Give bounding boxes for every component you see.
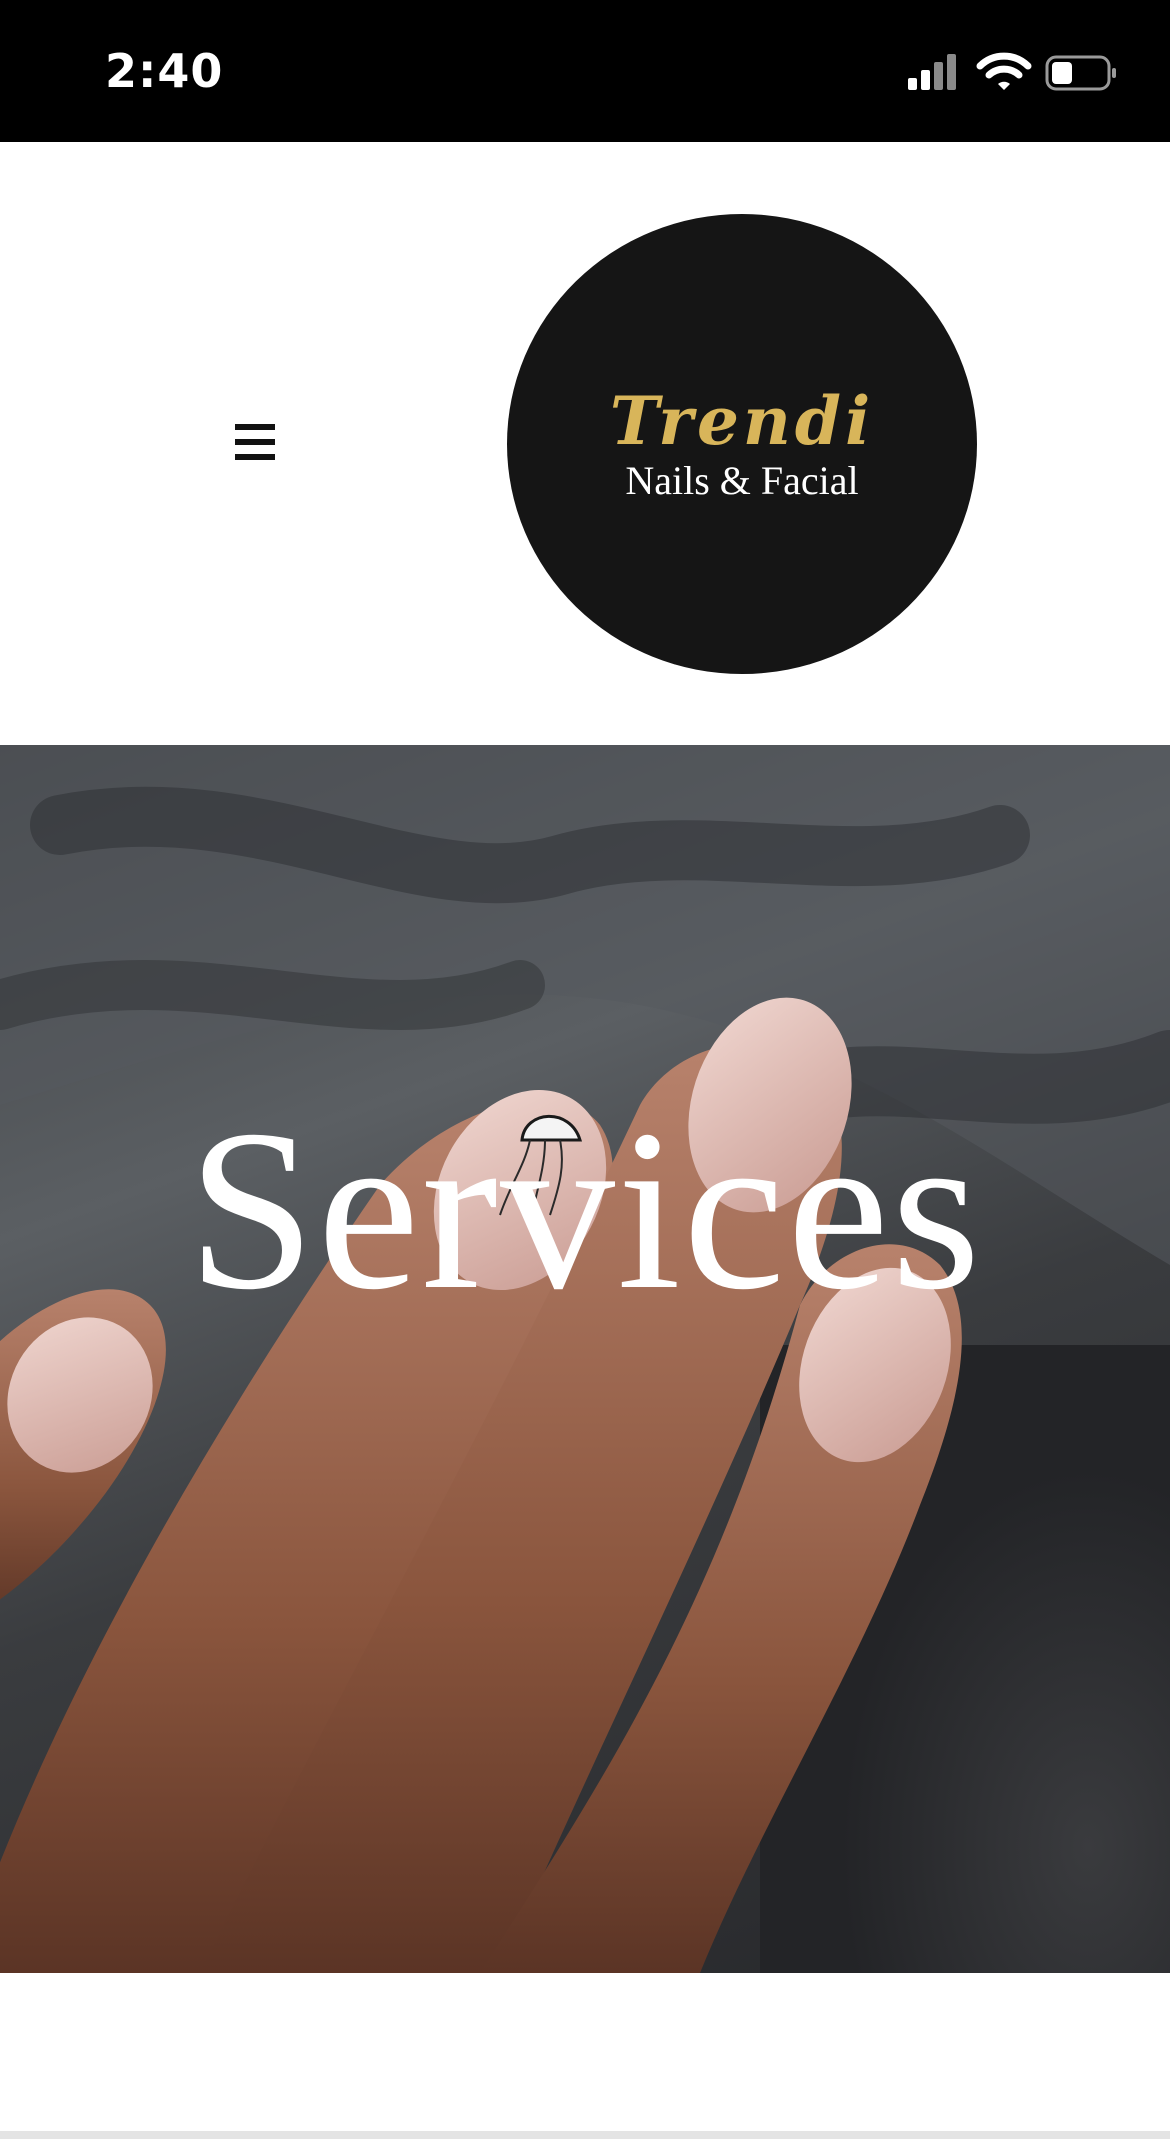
hero-banner: Services	[0, 745, 1170, 1973]
status-bar: 2:40	[0, 0, 1170, 142]
hero-photo	[0, 745, 1170, 1973]
cellular-signal-icon	[908, 54, 956, 90]
divider	[0, 2131, 1170, 2139]
page-title: Services	[187, 1082, 983, 1337]
status-icons	[908, 52, 1116, 91]
battery-icon	[1045, 55, 1116, 91]
site-header: Trendi Nails & Facial	[0, 142, 1170, 745]
content-area	[0, 1973, 1170, 2139]
status-time: 2:40	[105, 44, 224, 98]
logo-line-trendi: Trendi	[610, 382, 874, 460]
hamburger-menu-icon[interactable]	[225, 417, 287, 467]
brand-logo[interactable]: Trendi Nails & Facial	[507, 214, 977, 674]
wifi-icon	[976, 52, 1032, 90]
logo-line-nails-facial: Nails & Facial	[625, 458, 858, 503]
